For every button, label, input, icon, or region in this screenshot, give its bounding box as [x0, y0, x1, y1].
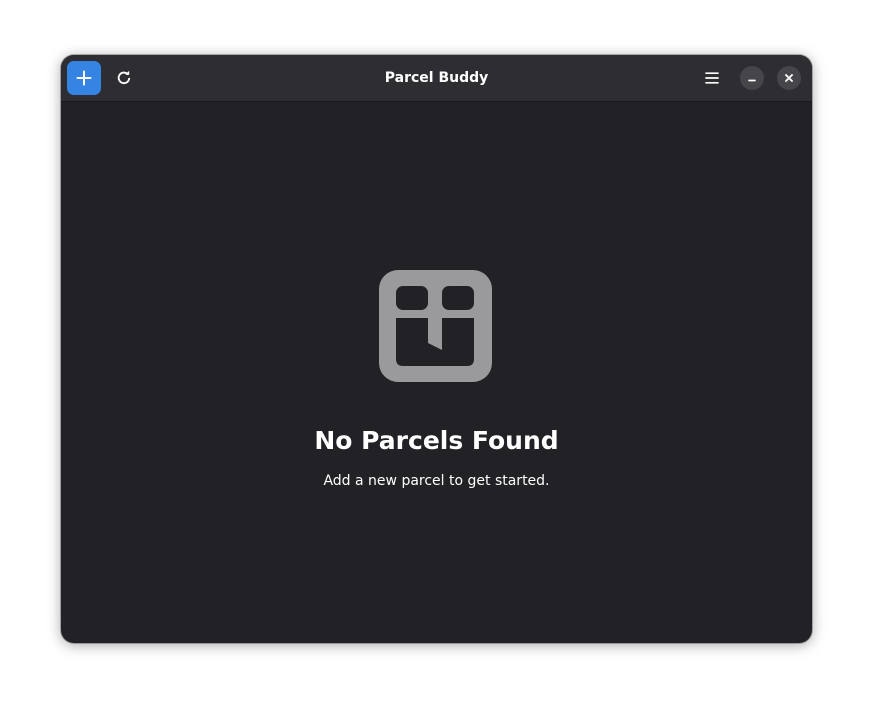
refresh-icon — [117, 70, 131, 85]
headerbar: Parcel Buddy — [61, 55, 812, 102]
add-parcel-button[interactable] — [67, 61, 101, 95]
empty-state-description: Add a new parcel to get started. — [323, 473, 550, 489]
minimize-icon — [748, 79, 756, 82]
refresh-button[interactable] — [107, 61, 141, 95]
minimize-button[interactable] — [740, 66, 764, 90]
empty-state-title: No Parcels Found — [314, 426, 559, 455]
close-button[interactable] — [777, 66, 801, 90]
empty-state: No Parcels Found Add a new parcel to get… — [61, 102, 812, 643]
hamburger-menu-icon — [705, 72, 719, 84]
parcel-box-icon — [379, 270, 492, 382]
main-menu-button[interactable] — [695, 61, 729, 95]
close-icon — [785, 74, 793, 82]
plus-icon — [76, 70, 92, 86]
app-window: Parcel Buddy No Parcels Found Add a new … — [61, 55, 812, 643]
